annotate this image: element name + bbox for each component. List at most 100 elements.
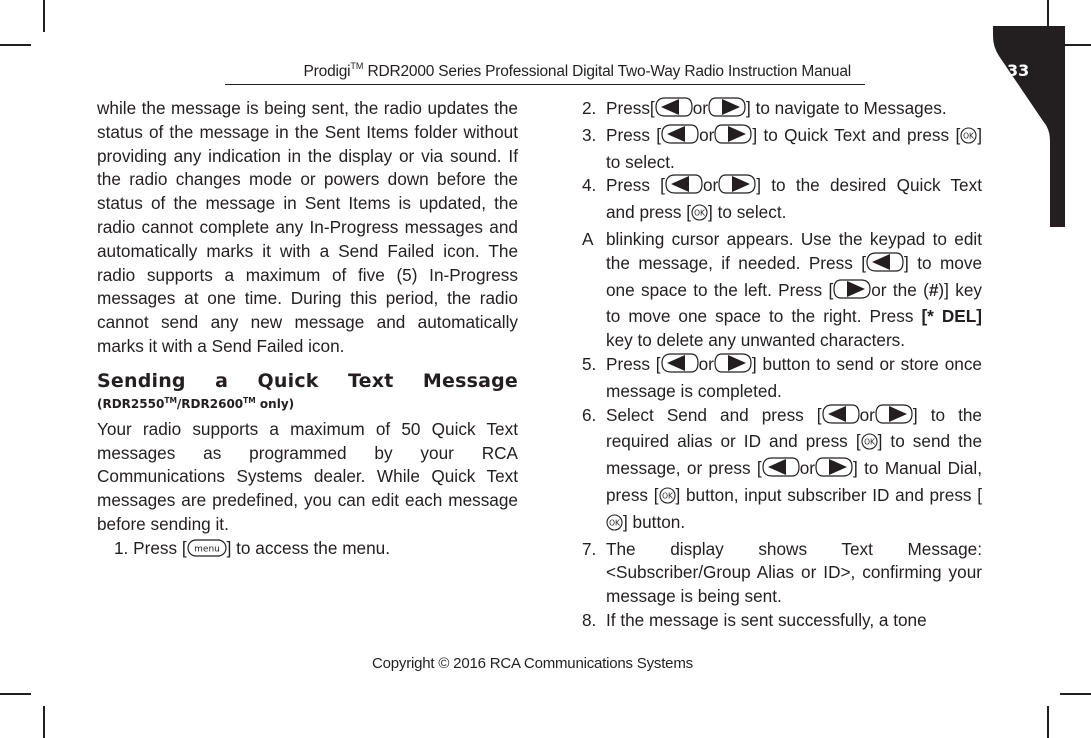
text-run: Select Send and press [	[606, 404, 822, 425]
text-run: or	[859, 404, 875, 425]
menu-icon-label: menu	[194, 544, 220, 554]
copyright-footer: Copyright © 2016 RCA Communications Syst…	[372, 655, 693, 672]
step-text: If the message is sent successfully, a t…	[606, 609, 982, 633]
subheading-part: (RDR2550	[97, 396, 165, 411]
left-arrow-button-icon	[821, 403, 860, 431]
step-text: Press [or] to Quick Text and press [OK] …	[606, 124, 982, 175]
right-column: 2. Press[ or ] to navigate to Messages. 3. Pr…	[582, 97, 982, 633]
svg-text:OK: OK	[609, 518, 621, 527]
left-arrow-button-icon	[660, 353, 699, 380]
ok-button-icon: OK	[960, 127, 977, 151]
crop-mark-bottom-left-vertical	[43, 706, 45, 738]
crop-mark-top-left-horizontal	[0, 44, 31, 46]
left-arrow-button-icon	[665, 174, 703, 201]
text-run: or	[702, 175, 719, 196]
svg-text:OK: OK	[864, 438, 876, 447]
step-8: 8. If the message is sent successfully, a…	[582, 609, 982, 633]
section-subheading: (RDR2550TM/RDR2600TM only)	[97, 393, 518, 412]
step-number: 2.	[582, 98, 597, 118]
text-run: ] to navigate to Messages.	[746, 98, 947, 118]
step-number: 7.	[582, 538, 597, 559]
text-run: ] button.	[623, 511, 686, 532]
page-number-tab: 33	[993, 26, 1066, 227]
step-1: 1. Press [ menu ] to access the menu.	[97, 537, 518, 564]
bold-key-label: [* DEL]	[921, 306, 982, 327]
svg-text:OK: OK	[963, 131, 975, 140]
page-number: 33	[1007, 61, 1030, 80]
crop-mark-top-left-vertical	[43, 0, 45, 32]
left-column: while the message is being sent, the rad…	[97, 97, 518, 564]
left-arrow-button-icon	[661, 124, 699, 151]
text-run: or the (	[871, 279, 929, 300]
manual-title: ProdigiTM RDR2000 Series Professional Di…	[303, 61, 852, 81]
step-text: blinking cursor appears. Use the keypad …	[606, 228, 982, 353]
manual-title-text: RDR2000 Series Professional Digital Two-…	[363, 63, 852, 80]
text-run: ] to select.	[708, 202, 787, 223]
right-arrow-button-icon	[718, 174, 756, 201]
step-number: 6.	[582, 404, 597, 425]
brand-name: Prodigi	[303, 63, 351, 80]
step-text: Press [	[133, 537, 187, 558]
ok-button-icon: OK	[606, 514, 623, 538]
trademark-mark: TM	[164, 395, 177, 405]
ok-button-icon: OK	[691, 204, 708, 228]
right-arrow-button-icon	[833, 278, 871, 306]
text-run: Press [	[606, 124, 662, 145]
step-number: 3.	[582, 124, 597, 145]
step-text: Press [or] button to send or store once …	[606, 353, 982, 404]
step-6: 6. Select Send and press [or] to the requ…	[582, 403, 982, 538]
left-arrow-button-icon	[866, 252, 904, 279]
step-number: 5.	[582, 353, 597, 374]
step-2: 2. Press[ or ] to navigate to Messages.	[582, 97, 982, 124]
bold-key-label: #	[928, 279, 939, 300]
ok-button-icon: OK	[658, 487, 676, 511]
text-run: ] to Quick Text and press [	[752, 124, 961, 145]
text-run: key to delete any unwanted characters.	[606, 330, 906, 351]
text-run: The display shows Text Message: <Subscri…	[606, 538, 982, 607]
page-header: ProdigiTM RDR2000 Series Professional Di…	[225, 58, 865, 85]
step-text: Press [or] to the desired Quick Text and…	[606, 174, 982, 228]
trademark-mark: TM	[350, 61, 364, 71]
svg-text:OK: OK	[662, 491, 674, 500]
step-number: 4.	[582, 175, 597, 196]
text-run: Press [	[606, 353, 661, 374]
right-arrow-button-icon	[815, 457, 853, 484]
step-7: 7. The display shows Text Message: <Subsc…	[582, 538, 982, 609]
text-run: Press[	[606, 98, 655, 118]
text-run: or	[699, 124, 715, 145]
text-run: Press [	[606, 175, 665, 196]
text-run: ] button, input subscriber ID and press …	[675, 484, 982, 505]
text-run: or	[799, 458, 816, 479]
right-arrow-button-icon	[708, 97, 746, 124]
step-number: 1.	[114, 537, 129, 558]
intro-paragraph: while the message is being sent, the rad…	[97, 98, 518, 356]
step-4: 4. Press [or] to the desired Quick Text a…	[582, 174, 982, 228]
step-5: 5. Press [or] button to send or store onc…	[582, 353, 982, 404]
step-text: Press[ or ] to navigate to Messages.	[606, 97, 982, 124]
ok-button-icon: OK	[861, 433, 878, 457]
text-run: or	[692, 98, 709, 118]
text-run: If the message is sent successfully, a t…	[606, 609, 927, 630]
crop-mark-bottom-right-horizontal	[1060, 693, 1091, 695]
crop-mark-bottom-right-vertical	[1047, 706, 1049, 738]
text-run: or	[698, 353, 714, 374]
crop-mark-bottom-left-horizontal	[0, 693, 31, 695]
step-3: 3. Press [ or ] to Quick Text and press [OK…	[582, 124, 982, 175]
step-text: ] to access the menu.	[226, 537, 390, 558]
step-text: The display shows Text Message: <Subscri…	[606, 538, 982, 609]
svg-text:OK: OK	[694, 209, 706, 218]
right-arrow-button-icon	[714, 124, 752, 151]
subheading-part: only)	[255, 396, 295, 411]
step-text: Select Send and press [or] to the requir…	[606, 403, 982, 538]
section-heading: Sending a Quick Text Message	[97, 369, 518, 392]
tab-shape	[993, 26, 1065, 227]
menu-button-icon: menu	[187, 539, 227, 564]
subheading-part: /RDR2600	[176, 396, 244, 411]
step-number: 8.	[582, 609, 597, 630]
right-arrow-button-icon	[714, 353, 752, 380]
step-A: Ablinking cursor appears. Use the keypad…	[582, 228, 982, 353]
left-arrow-button-icon	[655, 97, 693, 124]
step-number: A	[582, 228, 594, 249]
left-arrow-button-icon	[762, 457, 800, 484]
right-arrow-button-icon	[875, 403, 913, 431]
